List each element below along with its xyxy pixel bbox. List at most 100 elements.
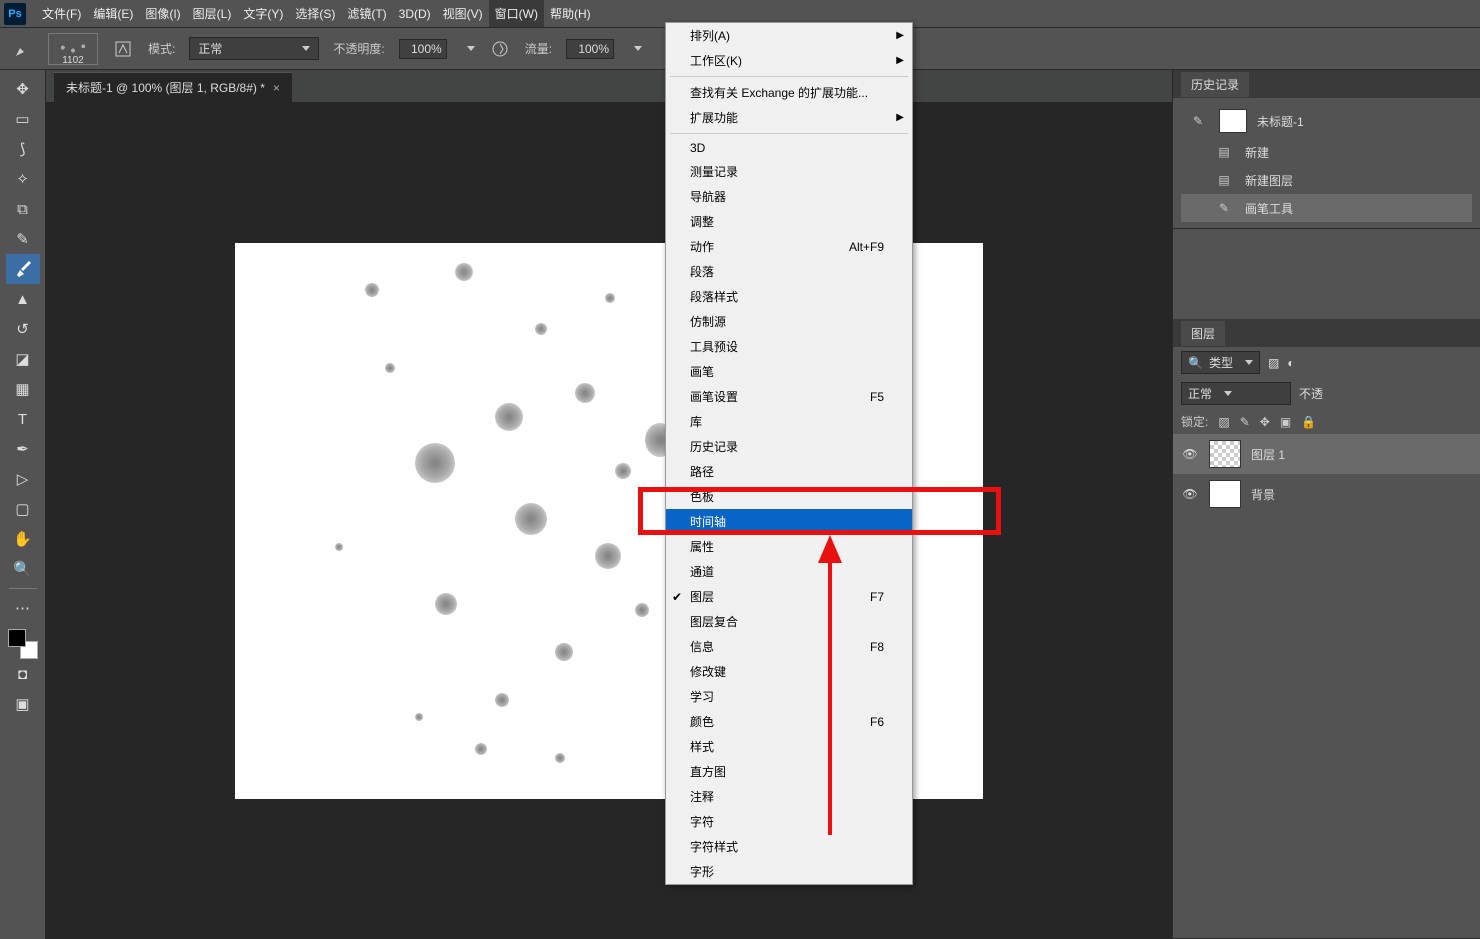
- menu-item[interactable]: 3D: [666, 137, 912, 159]
- menu-window[interactable]: 窗口(W): [489, 0, 544, 27]
- menu-item[interactable]: 调整: [666, 209, 912, 234]
- menu-item[interactable]: 画笔设置F5: [666, 384, 912, 409]
- menu-item[interactable]: 通道: [666, 559, 912, 584]
- menu-item[interactable]: 排列(A)▶: [666, 23, 912, 48]
- history-step[interactable]: ▤ 新建图层: [1181, 166, 1472, 194]
- brush-preset-picker[interactable]: 1102: [48, 33, 98, 65]
- brush-tool[interactable]: [6, 254, 40, 284]
- lock-paint-icon[interactable]: ✎: [1240, 415, 1250, 429]
- menu-item[interactable]: 段落: [666, 259, 912, 284]
- pen-tool[interactable]: ✒: [6, 434, 40, 464]
- lock-position-icon[interactable]: ✥: [1260, 415, 1270, 429]
- history-tab[interactable]: 历史记录: [1181, 72, 1249, 97]
- lock-pixels-icon[interactable]: ▨: [1218, 415, 1229, 429]
- quickmask-icon[interactable]: ◘: [6, 659, 40, 689]
- gradient-tool[interactable]: ▦: [6, 374, 40, 404]
- menu-item[interactable]: 颜色F6: [666, 709, 912, 734]
- menu-item[interactable]: 工具预设: [666, 334, 912, 359]
- close-tab-icon[interactable]: ×: [273, 81, 280, 95]
- foreground-background-colors[interactable]: [8, 629, 38, 659]
- layer-filter-kind[interactable]: 🔍 类型: [1181, 351, 1260, 374]
- brush-panel-toggle-icon[interactable]: [112, 38, 134, 60]
- menu-image[interactable]: 图像(I): [139, 0, 186, 27]
- menu-item[interactable]: 段落样式: [666, 284, 912, 309]
- marquee-tool[interactable]: ▭: [6, 104, 40, 134]
- menu-item[interactable]: 直方图: [666, 759, 912, 784]
- visibility-icon[interactable]: 👁: [1181, 487, 1199, 501]
- menu-item[interactable]: 字形: [666, 859, 912, 884]
- history-snapshot[interactable]: ✎ 未标题-1: [1181, 104, 1472, 138]
- menu-layer[interactable]: 图层(L): [187, 0, 238, 27]
- type-tool[interactable]: T: [6, 404, 40, 434]
- menu-item[interactable]: 历史记录: [666, 434, 912, 459]
- menu-3d[interactable]: 3D(D): [393, 2, 437, 26]
- layer-row[interactable]: 👁 背景: [1173, 474, 1480, 514]
- menu-item[interactable]: 字符: [666, 809, 912, 834]
- move-tool[interactable]: ✥: [6, 74, 40, 104]
- menu-item[interactable]: 画笔: [666, 359, 912, 384]
- opacity-input[interactable]: 100%: [399, 39, 447, 59]
- edit-toolbar-icon[interactable]: ⋯: [6, 593, 40, 623]
- stamp-tool[interactable]: ▲: [6, 284, 40, 314]
- menu-item[interactable]: 学习: [666, 684, 912, 709]
- menu-item[interactable]: 路径: [666, 459, 912, 484]
- filter-adjust-icon[interactable]: ◐: [1287, 356, 1294, 370]
- menu-file[interactable]: 文件(F): [36, 0, 87, 27]
- menu-select[interactable]: 选择(S): [289, 0, 341, 27]
- magic-wand-tool[interactable]: ✧: [6, 164, 40, 194]
- blend-mode-select[interactable]: 正常: [189, 37, 319, 60]
- canvas-viewport[interactable]: [46, 102, 1172, 939]
- menu-item[interactable]: 注释: [666, 784, 912, 809]
- eyedropper-tool[interactable]: ✎: [6, 224, 40, 254]
- menu-item[interactable]: 动作Alt+F9: [666, 234, 912, 259]
- menu-filter[interactable]: 滤镜(T): [341, 0, 392, 27]
- menu-edit[interactable]: 编辑(E): [87, 0, 139, 27]
- menu-item[interactable]: 查找有关 Exchange 的扩展功能...: [666, 80, 912, 105]
- menu-item[interactable]: 样式: [666, 734, 912, 759]
- layers-tab[interactable]: 图层: [1181, 321, 1225, 346]
- lock-artboard-icon[interactable]: ▣: [1280, 415, 1291, 429]
- menu-item[interactable]: 工作区(K)▶: [666, 48, 912, 73]
- menu-item[interactable]: 字符样式: [666, 834, 912, 859]
- menu-item[interactable]: ✔图层F7: [666, 584, 912, 609]
- menu-item[interactable]: 信息F8: [666, 634, 912, 659]
- menu-item[interactable]: 色板: [666, 484, 912, 509]
- history-brush-tool[interactable]: ↺: [6, 314, 40, 344]
- tool-preset-icon[interactable]: [12, 38, 34, 60]
- history-step[interactable]: ✎ 画笔工具: [1181, 194, 1472, 222]
- window-menu-dropdown: 排列(A)▶工作区(K)▶ 查找有关 Exchange 的扩展功能...扩展功能▶…: [665, 22, 913, 885]
- layer-name[interactable]: 背景: [1251, 486, 1275, 503]
- menu-item[interactable]: 修改键: [666, 659, 912, 684]
- menu-type[interactable]: 文字(Y): [237, 0, 289, 27]
- pressure-opacity-icon[interactable]: [489, 38, 511, 60]
- layer-name[interactable]: 图层 1: [1251, 446, 1285, 463]
- layer-row[interactable]: 👁 图层 1: [1173, 434, 1480, 474]
- menu-item[interactable]: 测量记录: [666, 159, 912, 184]
- visibility-icon[interactable]: 👁: [1181, 447, 1199, 461]
- filter-image-icon[interactable]: ▨: [1268, 356, 1279, 370]
- screenmode-icon[interactable]: ▣: [6, 689, 40, 719]
- menu-item[interactable]: 时间轴: [666, 509, 912, 534]
- menu-help[interactable]: 帮助(H): [544, 0, 597, 27]
- flow-input[interactable]: 100%: [566, 39, 614, 59]
- history-panel: 历史记录 ✎ 未标题-1 ▤ 新建 ▤ 新建图层 ✎ 画笔工具: [1173, 70, 1480, 229]
- path-select-tool[interactable]: ▷: [6, 464, 40, 494]
- menu-item[interactable]: 仿制源: [666, 309, 912, 334]
- hand-tool[interactable]: ✋: [6, 524, 40, 554]
- zoom-tool[interactable]: 🔍: [6, 554, 40, 584]
- history-step-label: 画笔工具: [1245, 200, 1293, 217]
- history-step[interactable]: ▤ 新建: [1181, 138, 1472, 166]
- menu-view[interactable]: 视图(V): [437, 0, 489, 27]
- menu-item[interactable]: 导航器: [666, 184, 912, 209]
- menu-item[interactable]: 扩展功能▶: [666, 105, 912, 130]
- crop-tool[interactable]: ⧉: [6, 194, 40, 224]
- shape-tool[interactable]: ▢: [6, 494, 40, 524]
- lasso-tool[interactable]: ⟆: [6, 134, 40, 164]
- layer-blend-select[interactable]: 正常: [1181, 382, 1291, 405]
- menu-item[interactable]: 图层复合: [666, 609, 912, 634]
- document-tab[interactable]: 未标题-1 @ 100% (图层 1, RGB/8#) * ×: [54, 72, 292, 102]
- eraser-tool[interactable]: ◪: [6, 344, 40, 374]
- menu-item[interactable]: 库: [666, 409, 912, 434]
- lock-all-icon[interactable]: 🔒: [1301, 415, 1316, 429]
- menu-item[interactable]: 属性: [666, 534, 912, 559]
